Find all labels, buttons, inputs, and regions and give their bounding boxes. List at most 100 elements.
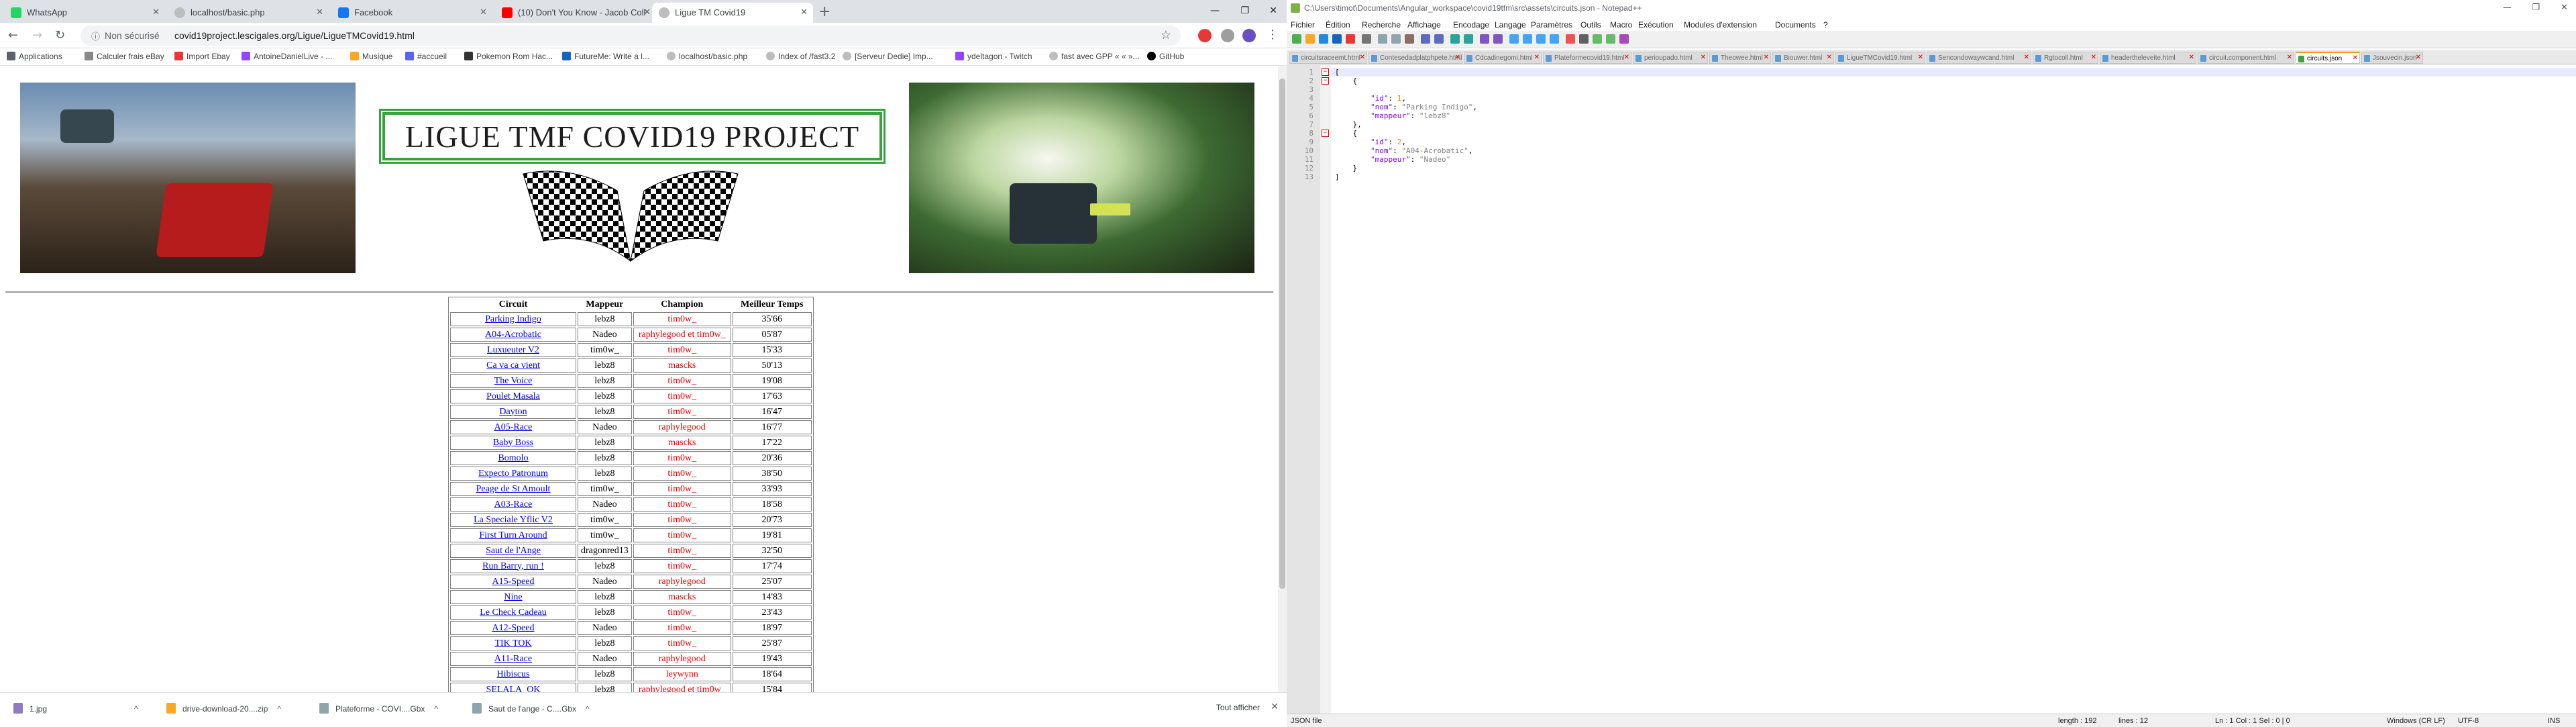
save-icon[interactable] xyxy=(1319,34,1328,44)
fold-toggle-icon[interactable]: − xyxy=(1322,68,1329,76)
show-all-downloads-button[interactable]: Tout afficher xyxy=(1216,703,1260,712)
new-tab-button[interactable]: + xyxy=(818,3,830,20)
file-tab[interactable]: Rgtocoll.html ✕ xyxy=(2033,52,2098,64)
code-line[interactable]: [ xyxy=(1335,68,1340,77)
circuit-link[interactable]: Nine xyxy=(450,590,576,604)
circuit-link[interactable]: A11-Race xyxy=(450,652,576,666)
chevron-up-icon[interactable]: ^ xyxy=(277,704,281,714)
circuit-link[interactable]: Saut de l'Ange xyxy=(450,544,576,558)
circuit-link[interactable]: A03-Race xyxy=(450,497,576,512)
menu-item[interactable]: Macro xyxy=(1610,20,1632,30)
circuit-link[interactable]: Poulet Masala xyxy=(450,389,576,403)
code-line[interactable]: { xyxy=(1335,77,1357,85)
bookmark-item[interactable]: GitHub xyxy=(1147,52,1184,61)
address-bar[interactable]: ⓘ Non sécurisé covid19project.lescigales… xyxy=(80,26,1181,46)
close-icon[interactable]: ✕ xyxy=(800,7,808,17)
menu-item[interactable]: Langage xyxy=(1495,20,1526,30)
print-icon[interactable] xyxy=(1362,34,1371,44)
code-line[interactable]: } xyxy=(1335,164,1357,173)
new-file-icon[interactable] xyxy=(1292,34,1301,44)
download-item[interactable]: drive-download-20....zip ^ xyxy=(166,703,281,714)
bookmark-item[interactable]: AntoineDanielLive - ... xyxy=(241,52,332,61)
circuit-link[interactable]: A12-Speed xyxy=(450,621,576,635)
code-line[interactable]: ] xyxy=(1335,173,1340,181)
download-item[interactable]: Plateforme - COVI....Gbx ^ xyxy=(319,703,438,714)
minimize-button[interactable]: — xyxy=(2503,3,2512,13)
menu-item[interactable]: Outils xyxy=(1580,20,1601,30)
sync-scroll-icon[interactable] xyxy=(1509,34,1519,44)
maximize-button[interactable]: ❐ xyxy=(2532,3,2540,13)
menu-item[interactable]: Affichage xyxy=(1407,20,1441,30)
download-item[interactable]: 1.jpg ^ xyxy=(13,703,138,714)
tab-facebook[interactable]: Facebook ✕ xyxy=(331,3,492,23)
close-window-button[interactable]: ✕ xyxy=(2561,3,2568,13)
back-arrow-icon[interactable]: ← xyxy=(8,28,18,42)
circuit-link[interactable]: Baby Boss xyxy=(450,436,576,450)
circuit-link[interactable]: Le Check Cadeau xyxy=(450,605,576,620)
bookmark-item[interactable]: Index of /fast3.2 xyxy=(766,52,835,61)
chevron-up-icon[interactable]: ^ xyxy=(586,704,590,714)
page-scrollbar[interactable] xyxy=(1278,66,1287,692)
close-icon[interactable]: ✕ xyxy=(316,7,323,17)
fold-toggle-icon[interactable]: − xyxy=(1322,130,1329,137)
run-macro-icon[interactable] xyxy=(1606,34,1615,44)
code-line[interactable]: "mappeur": "lebz8" xyxy=(1335,111,1450,120)
bookmark-item[interactable]: Pokemon Rom Hac... xyxy=(464,52,553,61)
stop-macro-icon[interactable] xyxy=(1579,34,1589,44)
save-all-icon[interactable] xyxy=(1332,34,1342,44)
star-icon[interactable]: ☆ xyxy=(1161,28,1171,42)
file-tab[interactable]: Contesedadplatphpete.html ✕ xyxy=(1368,52,1462,64)
bookmark-item[interactable]: Calculer frais eBay xyxy=(85,52,164,61)
close-icon[interactable]: ✕ xyxy=(2189,54,2194,61)
file-tab[interactable]: perioupado.html ✕ xyxy=(1633,52,1708,64)
circuit-link[interactable]: TIK TOK xyxy=(450,636,576,650)
file-tab[interactable]: Sencondowaywcand.html ✕ xyxy=(1927,52,2031,64)
undo-icon[interactable] xyxy=(1421,34,1430,44)
minimize-button[interactable]: — xyxy=(1210,5,1220,16)
find-icon[interactable] xyxy=(1450,34,1460,44)
circuit-link[interactable]: First Turn Around xyxy=(450,528,576,542)
circuit-link[interactable]: Peage de St Amoult xyxy=(450,482,576,496)
indent-guide-icon[interactable] xyxy=(1550,34,1559,44)
menu-item[interactable]: Modules d'extension xyxy=(1684,20,1757,30)
open-file-icon[interactable] xyxy=(1305,34,1315,44)
close-icon[interactable]: ✕ xyxy=(643,7,651,17)
paste-icon[interactable] xyxy=(1405,34,1414,44)
redo-icon[interactable] xyxy=(1434,34,1444,44)
code-editor[interactable]: 1 2 3 4 5 6 7 8 9 10 11 12 13 [ { "id": 1, "nom": "P… xyxy=(1287,65,2576,714)
close-icon[interactable]: ✕ xyxy=(2024,54,2029,61)
circuit-link[interactable]: Parking Indigo xyxy=(450,312,576,326)
code-line[interactable]: }, xyxy=(1335,120,1361,129)
menu-item[interactable]: Recherche xyxy=(1362,20,1401,30)
file-tab[interactable]: circuit.component.html ✕ xyxy=(2198,52,2294,64)
circuit-link[interactable]: A05-Race xyxy=(450,420,576,434)
extension-icon[interactable] xyxy=(1221,29,1234,42)
bookmark-item[interactable]: FutureMe: Write a l... xyxy=(562,52,649,61)
bookmark-item[interactable]: Applications xyxy=(7,52,62,61)
file-tab[interactable]: Cdcadinegomi.html ✕ xyxy=(1464,52,1542,64)
zoom-in-icon[interactable] xyxy=(1480,34,1489,44)
close-icon[interactable]: ✕ xyxy=(1534,54,1540,61)
circuit-link[interactable]: Run Barry, run ! xyxy=(450,559,576,573)
download-item[interactable]: Saut de l'ange - C....Gbx ^ xyxy=(472,703,590,714)
file-tab-active[interactable]: circuits.json ✕ xyxy=(2296,52,2360,64)
circuit-link[interactable]: Dayton xyxy=(450,405,576,419)
close-file-icon[interactable] xyxy=(1346,34,1355,44)
circuit-link[interactable]: Ca va ca vient xyxy=(450,358,576,373)
tab-whatsapp[interactable]: WhatsApp ✕ xyxy=(4,3,165,23)
url-text[interactable]: covid19project.lescigales.org/Ligue/Ligu… xyxy=(174,30,415,41)
file-tab[interactable]: Jsouvecin.json ✕ xyxy=(2361,52,2423,64)
copy-icon[interactable] xyxy=(1391,34,1401,44)
menu-item[interactable]: Édition xyxy=(1326,20,1350,30)
circuit-link[interactable]: Luxueuter V2 xyxy=(450,343,576,357)
code-line[interactable]: "nom": "Parking Indigo", xyxy=(1335,103,1477,111)
close-icon[interactable]: ✕ xyxy=(1827,54,1832,61)
bookmark-item[interactable]: Musique xyxy=(350,52,392,61)
close-icon[interactable]: ✕ xyxy=(1701,54,1706,61)
menu-item[interactable]: ? xyxy=(1823,20,1828,30)
scrollbar-thumb[interactable] xyxy=(1279,79,1285,589)
bookmark-item[interactable]: #accueil xyxy=(405,52,447,61)
chevron-up-icon[interactable]: ^ xyxy=(434,704,438,714)
code-line[interactable]: "mappeur": "Nadeo" xyxy=(1335,155,1450,164)
close-icon[interactable]: ✕ xyxy=(2353,54,2358,62)
